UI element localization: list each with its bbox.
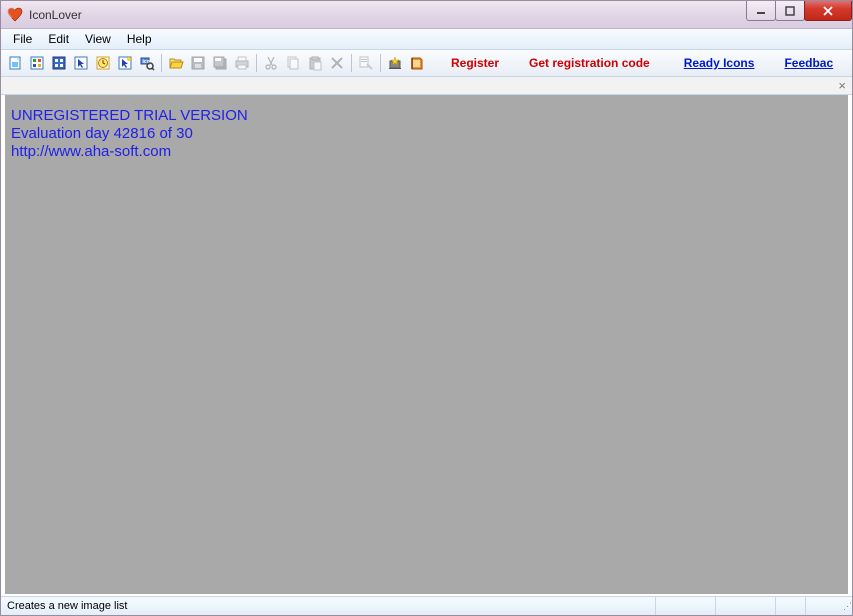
statusbar: Creates a new image list ⋰ — [1, 596, 852, 615]
window: IconLover File Edit View Help ico — [0, 0, 853, 616]
save-all-icon[interactable] — [210, 53, 230, 73]
app-icon — [7, 7, 23, 23]
content-area: UNREGISTERED TRIAL VERSION Evaluation da… — [3, 95, 850, 596]
wizard-icon[interactable] — [385, 53, 405, 73]
toolbar-separator — [161, 54, 162, 72]
trial-line2: Evaluation day 42816 of 30 — [11, 125, 248, 143]
minimize-button[interactable] — [746, 1, 776, 21]
close-button[interactable] — [804, 1, 852, 21]
new-cursor-icon[interactable] — [71, 53, 91, 73]
paste-icon[interactable] — [305, 53, 325, 73]
new-search-icon[interactable]: ico — [137, 53, 157, 73]
book-icon[interactable] — [407, 53, 427, 73]
trial-line1: UNREGISTERED TRIAL VERSION — [11, 107, 248, 125]
new-clock-icon[interactable] — [93, 53, 113, 73]
open-icon[interactable] — [166, 53, 186, 73]
tab-strip: × — [1, 77, 852, 95]
trial-info: UNREGISTERED TRIAL VERSION Evaluation da… — [11, 107, 248, 161]
ready-icons-link[interactable]: Ready Icons — [684, 56, 755, 70]
maximize-button[interactable] — [775, 1, 805, 21]
menubar: File Edit View Help — [1, 29, 852, 50]
window-controls — [747, 1, 852, 21]
toolbar-separator — [351, 54, 352, 72]
copy-icon[interactable] — [283, 53, 303, 73]
get-code-link[interactable]: Get registration code — [529, 56, 650, 70]
menu-file[interactable]: File — [5, 30, 40, 48]
new-library-icon[interactable] — [49, 53, 69, 73]
window-title: IconLover — [29, 8, 82, 22]
properties-icon[interactable] — [356, 53, 376, 73]
new-image-icon[interactable] — [5, 53, 25, 73]
feedback-link[interactable]: Feedbac — [784, 56, 833, 70]
print-icon[interactable] — [232, 53, 252, 73]
menu-view[interactable]: View — [77, 30, 119, 48]
delete-icon[interactable] — [327, 53, 347, 73]
resize-grip-icon[interactable]: ⋰ — [836, 601, 852, 612]
new-anim-icon[interactable] — [115, 53, 135, 73]
toolbar-separator — [380, 54, 381, 72]
save-icon[interactable] — [188, 53, 208, 73]
status-cell-4 — [806, 597, 836, 615]
status-text: Creates a new image list — [1, 597, 656, 615]
menu-edit[interactable]: Edit — [40, 30, 77, 48]
status-cell-1 — [656, 597, 716, 615]
tab-close-icon[interactable]: × — [838, 78, 846, 93]
titlebar: IconLover — [1, 1, 852, 29]
status-cell-2 — [716, 597, 776, 615]
cut-icon[interactable] — [261, 53, 281, 73]
trial-url[interactable]: http://www.aha-soft.com — [11, 143, 248, 161]
menu-help[interactable]: Help — [119, 30, 160, 48]
new-list-icon[interactable] — [27, 53, 47, 73]
toolbar-separator — [256, 54, 257, 72]
toolbar: ico Register Get registration code Ready… — [1, 50, 852, 77]
status-cell-3 — [776, 597, 806, 615]
register-link[interactable]: Register — [451, 56, 499, 70]
